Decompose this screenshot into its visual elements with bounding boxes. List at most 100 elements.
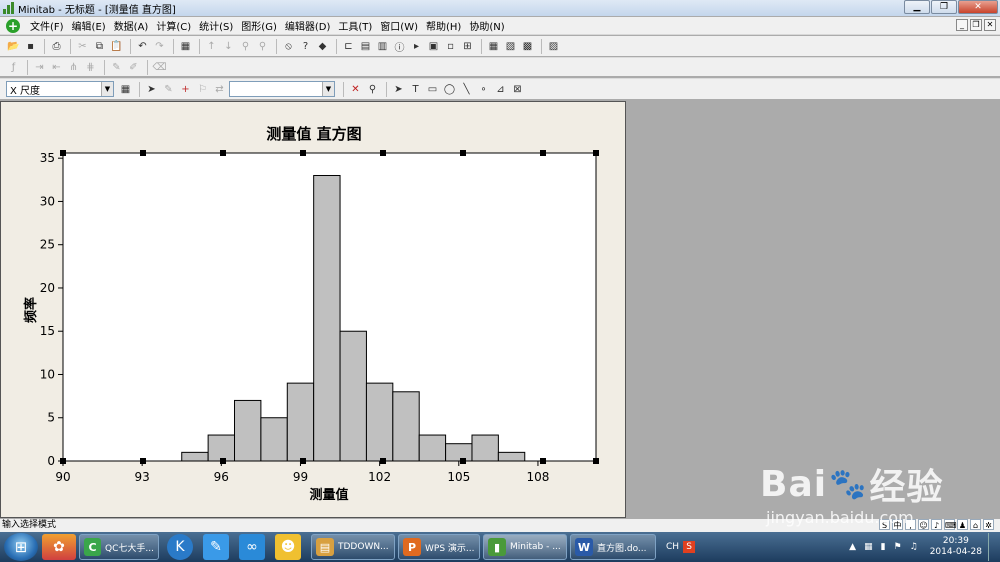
network-icon[interactable]: ▦ — [864, 542, 873, 552]
polyline-tool-icon[interactable]: ⊿ — [493, 82, 508, 97]
ime-tools-icon[interactable]: ✲ — [983, 519, 994, 530]
brush-clear-icon[interactable]: ✐ — [126, 60, 141, 75]
notes-app-icon[interactable]: ✎ — [203, 534, 229, 560]
taskbar-app-wps[interactable]: P WPS 演示... — [398, 534, 480, 560]
ellipse-tool-icon[interactable]: ◯ — [442, 82, 457, 97]
selection-handle[interactable] — [60, 150, 66, 156]
child-minimize-icon[interactable]: _ — [956, 19, 968, 31]
start-button[interactable]: ⊞ — [4, 533, 38, 561]
selection-handle[interactable] — [593, 150, 599, 156]
selection-handle[interactable] — [220, 150, 226, 156]
line-tool-icon[interactable]: ╲ — [459, 82, 474, 97]
undo-icon[interactable]: ↶ — [135, 39, 150, 54]
split-icon[interactable]: ⋕ — [83, 60, 98, 75]
edit-last-dialog-icon[interactable]: ▦ — [178, 39, 193, 54]
selection-handle[interactable] — [380, 458, 386, 464]
crosshair-icon[interactable]: + — [178, 82, 193, 97]
selection-handle[interactable] — [593, 458, 599, 464]
edit-selected-icon[interactable]: ▦ — [118, 82, 133, 97]
histogram-bar[interactable] — [497, 451, 526, 462]
copy-icon[interactable]: ⧉ — [92, 39, 107, 54]
menu-window[interactable]: 窗口(W) — [376, 18, 422, 33]
function-icon[interactable]: ƒ — [6, 60, 21, 75]
ime-user-icon[interactable]: ♟ — [957, 519, 968, 530]
print-icon[interactable]: ⎙ — [49, 39, 64, 54]
histogram-bar[interactable] — [365, 382, 394, 462]
histogram-bar[interactable] — [181, 451, 209, 462]
cancel-icon[interactable]: ⦸ — [281, 39, 296, 54]
ime-mic-icon[interactable]: ♪ — [931, 519, 942, 530]
histogram-bar[interactable] — [471, 434, 499, 462]
graph-folder-icon[interactable]: ▧ — [503, 39, 518, 54]
minimize-icon[interactable]: ▁ — [904, 0, 930, 14]
pinned-app-icon[interactable]: ✿ — [42, 534, 76, 560]
cloud-app-icon[interactable]: ∞ — [239, 534, 265, 560]
taskbar-app-minitab[interactable]: ▮ Minitab - ... — [483, 534, 567, 560]
selection-handle[interactable] — [460, 150, 466, 156]
select-arrow-icon[interactable]: ➤ — [144, 82, 159, 97]
restore-icon[interactable]: ❐ — [931, 0, 957, 14]
menu-file[interactable]: 文件(F) — [26, 18, 68, 33]
chat-app-icon[interactable]: ☻ — [275, 534, 301, 560]
delete-icon[interactable]: ✕ — [348, 82, 363, 97]
chevron-down-icon[interactable]: ▼ — [322, 82, 334, 96]
info-icon[interactable]: ⓘ — [392, 39, 407, 54]
paste-icon[interactable]: 📋 — [109, 39, 124, 54]
histogram-bar[interactable] — [313, 174, 341, 462]
find-next-icon[interactable]: ⚲ — [255, 39, 270, 54]
menu-graph[interactable]: 图形(G) — [237, 18, 281, 33]
flag-icon[interactable]: ⚐ — [195, 82, 210, 97]
marker-tool-icon[interactable]: ∘ — [476, 82, 491, 97]
selection-handle[interactable] — [220, 458, 226, 464]
show-desktop-button[interactable] — [988, 533, 996, 561]
signal-icon[interactable]: ▮ — [881, 542, 886, 552]
histogram-bar[interactable] — [445, 443, 473, 462]
histogram-bar[interactable] — [234, 399, 262, 462]
histogram-bar[interactable] — [207, 434, 236, 462]
polygon-tool-icon[interactable]: ⊠ — [510, 82, 525, 97]
worksheet-icon[interactable]: ▤ — [358, 39, 373, 54]
open-folder-icon[interactable]: 📂 — [6, 39, 21, 54]
tile-icon[interactable]: ⊞ — [460, 39, 475, 54]
selection-handle[interactable] — [60, 458, 66, 464]
insert-row-icon[interactable]: ⇥ — [32, 60, 47, 75]
menu-calc[interactable]: 计算(C) — [152, 18, 195, 33]
menu-editor[interactable]: 编辑器(D) — [281, 18, 335, 33]
ime-emoji-icon[interactable]: ☺ — [918, 519, 929, 530]
font-select[interactable]: ▼ — [229, 81, 335, 97]
brush-icon[interactable]: ✎ — [109, 60, 124, 75]
cut-icon[interactable]: ✂ — [75, 39, 90, 54]
eraser-icon[interactable]: ⌫ — [152, 60, 167, 75]
sogou-icon[interactable]: S — [683, 541, 696, 553]
text-tool-icon[interactable]: T — [408, 82, 423, 97]
project-manager-icon[interactable]: ▩ — [520, 39, 535, 54]
taskbar-app-qc[interactable]: C QC七大手... — [79, 534, 159, 560]
selection-handle[interactable] — [140, 458, 146, 464]
help-icon[interactable]: ? — [298, 39, 313, 54]
history-icon[interactable]: ▸ — [409, 39, 424, 54]
graphs-icon[interactable]: ▥ — [375, 39, 390, 54]
scale-select[interactable]: X 尺度 ▼ — [6, 81, 114, 97]
histogram-bar[interactable] — [339, 330, 367, 462]
redo-icon[interactable]: ↷ — [152, 39, 167, 54]
pointer-tool-icon[interactable]: ➤ — [391, 82, 406, 97]
find-icon[interactable]: ⚲ — [238, 39, 253, 54]
graph-window[interactable]: 测量值 直方图 测量值 频率 0 5 10 15 20 25 30 35 90 93 96 99 102… — [0, 101, 626, 518]
menu-help[interactable]: 帮助(H) — [422, 18, 465, 33]
merge-icon[interactable]: ⋔ — [66, 60, 81, 75]
child-restore-icon[interactable]: ❐ — [970, 19, 982, 31]
taskbar-app-tddown[interactable]: ▤ TDDOWN... — [311, 534, 395, 560]
selection-handle[interactable] — [140, 150, 146, 156]
selection-handle[interactable] — [380, 150, 386, 156]
taskbar-app-word[interactable]: W 直方图.do... — [570, 534, 656, 560]
worksheet-view-icon[interactable]: ▦ — [486, 39, 501, 54]
arrow-up-icon[interactable]: ↑ — [204, 39, 219, 54]
menu-data[interactable]: 数据(A) — [110, 18, 153, 33]
clock[interactable]: 20:39 2014-04-28 — [930, 536, 982, 558]
ime-keyboard-icon[interactable]: ⌨ — [944, 519, 957, 530]
insert-col-icon[interactable]: ⇤ — [49, 60, 64, 75]
show-hidden-icon[interactable]: ▲ — [849, 542, 856, 552]
zoom-icon[interactable]: ⚲ — [365, 82, 380, 97]
chevron-down-icon[interactable]: ▼ — [101, 82, 113, 96]
lang-indicator[interactable]: CH — [666, 542, 679, 552]
